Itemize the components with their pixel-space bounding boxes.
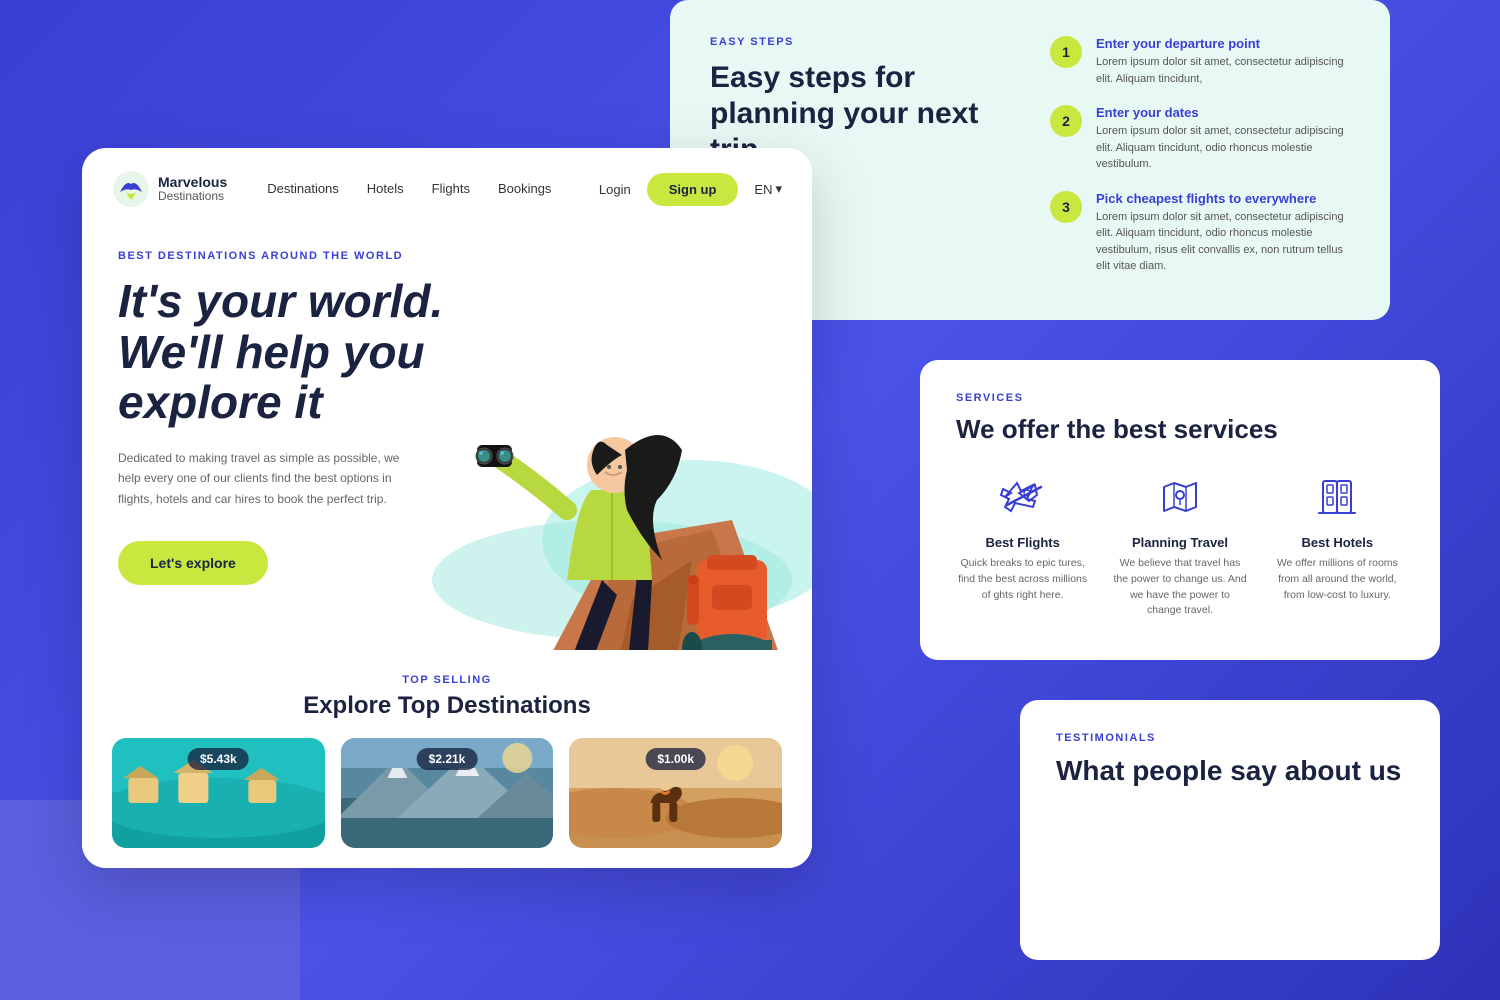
destination-cards: $5.43k $2.21k (112, 738, 782, 848)
top-selling-title: Explore Top Destinations (112, 692, 782, 720)
step-desc-1: Lorem ipsum dolor sit amet, consectetur … (1096, 54, 1350, 87)
step-heading-3: Pick cheapest flights to everywhere (1096, 191, 1350, 206)
service-flights: Best Flights Quick breaks to epic tures,… (956, 469, 1089, 619)
dest-price-3: $1.00k (645, 748, 706, 770)
bottom-section: TOP SELLING Explore Top Destinations $5.… (82, 650, 812, 868)
explore-button[interactable]: Let's explore (118, 541, 268, 585)
service-travel-name: Planning Travel (1113, 535, 1246, 550)
step-num-2: 2 (1050, 105, 1082, 137)
map-icon (1152, 469, 1208, 525)
step-heading-2: Enter your dates (1096, 105, 1350, 120)
hotel-icon (1309, 469, 1365, 525)
nav-login[interactable]: Login (599, 182, 631, 197)
step-item-3: 3 Pick cheapest flights to everywhere Lo… (1050, 191, 1350, 275)
main-card: Marvelous Destinations Destinations Hote… (82, 148, 812, 868)
nav-links: Destinations Hotels Flights Bookings (267, 180, 599, 198)
step-item-1: 1 Enter your departure point Lorem ipsum… (1050, 36, 1350, 87)
step-item-2: 2 Enter your dates Lorem ipsum dolor sit… (1050, 105, 1350, 173)
logo: Marvelous Destinations (112, 170, 227, 208)
chevron-down-icon: ▾ (775, 181, 782, 197)
nav-destinations[interactable]: Destinations (267, 181, 339, 196)
nav-flights[interactable]: Flights (432, 181, 470, 196)
service-hotels: Best Hotels We offer millions of rooms f… (1271, 469, 1404, 619)
step-heading-1: Enter your departure point (1096, 36, 1350, 51)
services-card: SERVICES We offer the best services Best… (920, 360, 1440, 660)
hero-section: BEST DESTINATIONS AROUND THE WORLD It's … (82, 230, 812, 650)
logo-name: Marvelous (158, 175, 227, 190)
step-num-1: 1 (1050, 36, 1082, 68)
destination-card-1[interactable]: $5.43k (112, 738, 325, 848)
service-travel: Planning Travel We believe that travel h… (1113, 469, 1246, 619)
destination-card-2[interactable]: $2.21k (341, 738, 554, 848)
service-flights-name: Best Flights (956, 535, 1089, 550)
testimonials-tag: TESTIMONIALS (1056, 732, 1404, 744)
testimonials-card: TESTIMONIALS What people say about us (1020, 700, 1440, 960)
dest-price-2: $2.21k (417, 748, 478, 770)
service-travel-desc: We believe that travel has the power to … (1113, 556, 1246, 619)
testimonials-title: What people say about us (1056, 754, 1404, 788)
hero-desc: Dedicated to making travel as simple as … (118, 448, 418, 509)
signup-button[interactable]: Sign up (647, 173, 739, 206)
services-tag: SERVICES (956, 392, 1404, 404)
service-hotels-name: Best Hotels (1271, 535, 1404, 550)
nav-hotels[interactable]: Hotels (367, 181, 404, 196)
step-desc-3: Lorem ipsum dolor sit amet, consectetur … (1096, 209, 1350, 275)
destination-card-3[interactable]: $1.00k (569, 738, 782, 848)
services-grid: Best Flights Quick breaks to epic tures,… (956, 469, 1404, 619)
services-title: We offer the best services (956, 414, 1404, 445)
step-desc-2: Lorem ipsum dolor sit amet, consectetur … (1096, 123, 1350, 173)
step-num-3: 3 (1050, 191, 1082, 223)
nav-bookings[interactable]: Bookings (498, 181, 551, 196)
nav-actions: Login Sign up EN ▾ (599, 173, 782, 206)
navbar: Marvelous Destinations Destinations Hote… (82, 148, 812, 230)
logo-icon (112, 170, 150, 208)
language-selector[interactable]: EN ▾ (754, 181, 782, 197)
service-flights-desc: Quick breaks to epic tures, find the bes… (956, 556, 1089, 603)
plane-icon (995, 469, 1051, 525)
dest-price-1: $5.43k (188, 748, 249, 770)
logo-sub: Destinations (158, 190, 227, 203)
service-hotels-desc: We offer millions of rooms from all arou… (1271, 556, 1404, 603)
easy-steps-list: 1 Enter your departure point Lorem ipsum… (1050, 36, 1350, 284)
top-selling-tag: TOP SELLING (112, 674, 782, 686)
easy-steps-tag: EASY STEPS (710, 36, 1010, 48)
hero-illustration (412, 230, 812, 650)
